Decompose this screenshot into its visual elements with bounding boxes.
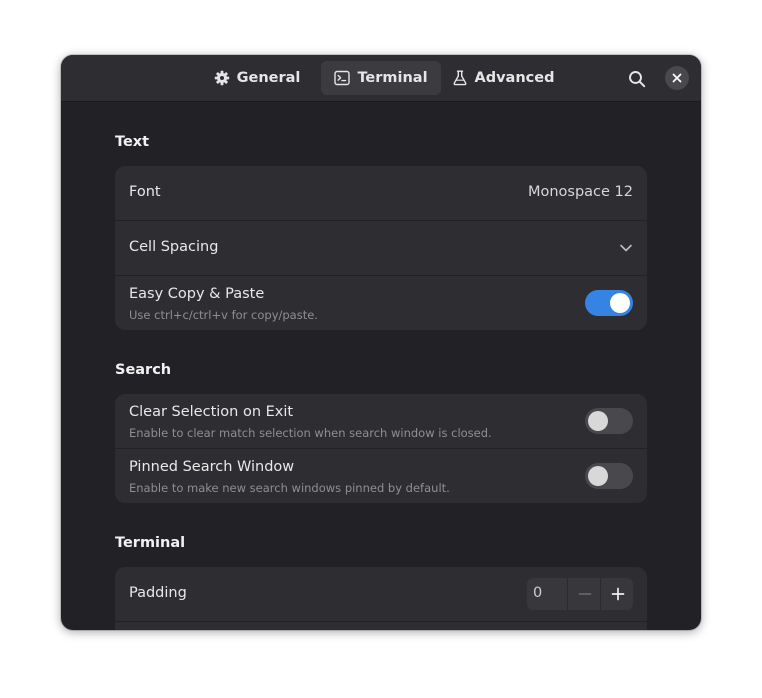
section-title-text: Text	[115, 134, 150, 150]
padding-increment-button[interactable]	[600, 578, 633, 610]
easy-copy-subtitle: Use ctrl+c/ctrl+v for copy/paste.	[129, 308, 318, 322]
tab-terminal[interactable]: Terminal	[321, 61, 441, 95]
group-search: Clear Selection on Exit Enable to clear …	[115, 394, 647, 503]
close-button[interactable]	[665, 66, 689, 90]
padding-value[interactable]: 0	[533, 585, 542, 601]
font-value: Monospace 12	[527, 184, 633, 200]
clear-selection-subtitle: Enable to clear match selection when sea…	[129, 426, 492, 440]
search-button[interactable]	[623, 65, 651, 93]
close-icon	[672, 73, 682, 83]
group-terminal: Padding 0	[115, 567, 647, 630]
row-next-partial	[115, 622, 647, 630]
plus-icon	[611, 587, 624, 601]
cell-spacing-label: Cell Spacing	[129, 239, 219, 255]
headerbar: General Terminal Advanced	[61, 55, 701, 102]
section-title-terminal: Terminal	[115, 535, 186, 551]
section-title-search: Search	[115, 362, 172, 378]
tab-general-label: General	[236, 70, 301, 86]
gear-icon	[214, 70, 230, 86]
preferences-window: General Terminal Advanced Text Font Mono…	[61, 55, 701, 630]
chevron-down-icon	[620, 244, 632, 252]
padding-decrement-button[interactable]	[567, 578, 601, 610]
row-pinned-search: Pinned Search Window Enable to make new …	[115, 449, 647, 503]
row-cell-spacing[interactable]: Cell Spacing	[115, 221, 647, 276]
minus-icon	[578, 593, 591, 595]
row-font[interactable]: Font Monospace 12	[115, 166, 647, 221]
tab-terminal-label: Terminal	[357, 70, 428, 86]
row-easy-copy: Easy Copy & Paste Use ctrl+c/ctrl+v for …	[115, 276, 647, 330]
row-padding: Padding 0	[115, 567, 647, 622]
terminal-icon	[334, 70, 351, 86]
easy-copy-switch[interactable]	[585, 290, 633, 316]
switch-knob	[588, 411, 608, 431]
pinned-search-subtitle: Enable to make new search windows pinned…	[129, 481, 450, 495]
pinned-search-label: Pinned Search Window	[129, 459, 295, 475]
switch-knob	[610, 293, 630, 313]
row-clear-selection: Clear Selection on Exit Enable to clear …	[115, 394, 647, 449]
font-label: Font	[129, 184, 161, 200]
padding-label: Padding	[129, 585, 187, 601]
padding-spinbutton[interactable]: 0	[527, 578, 633, 610]
tab-advanced[interactable]: Advanced	[451, 61, 555, 95]
tab-general[interactable]: General	[211, 61, 303, 95]
clear-selection-label: Clear Selection on Exit	[129, 404, 294, 420]
group-text: Font Monospace 12 Cell Spacing Easy Copy…	[115, 166, 647, 330]
flask-icon	[452, 70, 468, 86]
easy-copy-label: Easy Copy & Paste	[129, 286, 265, 302]
pinned-search-switch[interactable]	[585, 463, 633, 489]
switch-knob	[588, 466, 608, 486]
search-icon	[629, 71, 646, 88]
clear-selection-switch[interactable]	[585, 408, 633, 434]
tab-advanced-label: Advanced	[474, 70, 555, 86]
